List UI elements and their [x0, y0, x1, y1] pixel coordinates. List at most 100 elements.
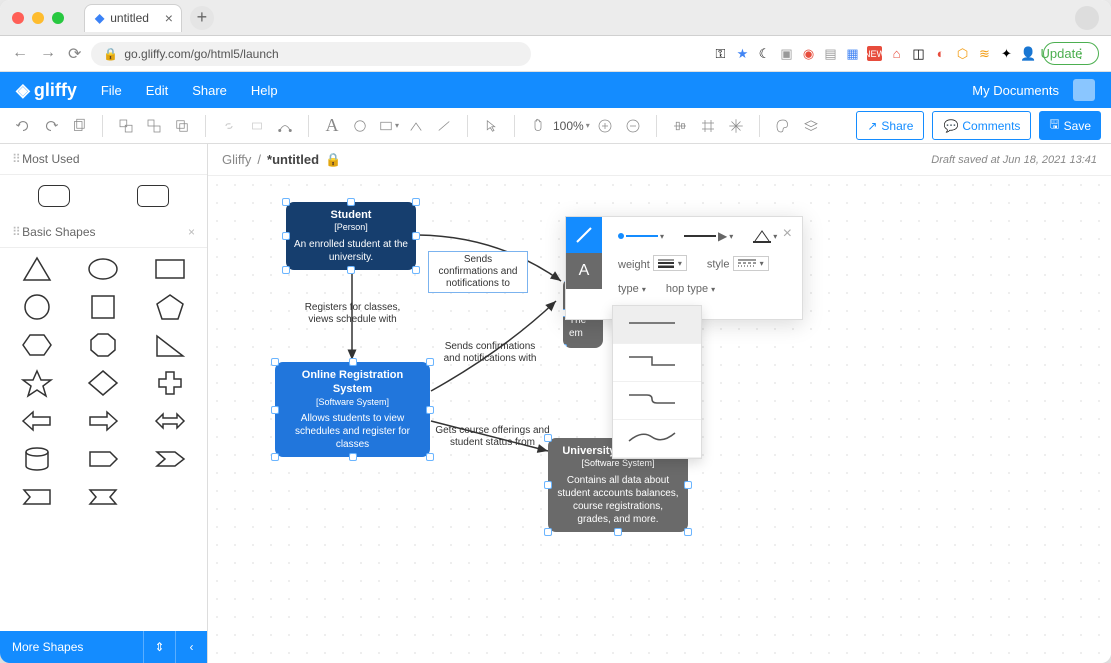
save-button[interactable]: 🖫Save: [1039, 111, 1101, 140]
shape-tag[interactable]: [72, 444, 134, 474]
maximize-window-button[interactable]: [52, 12, 64, 24]
shape-rectangle[interactable]: [139, 254, 201, 284]
update-button[interactable]: Update ⋮: [1043, 42, 1099, 65]
menu-edit[interactable]: Edit: [146, 83, 168, 98]
shape-chevron-shape[interactable]: [139, 444, 201, 474]
link-button[interactable]: [216, 113, 242, 139]
line-end-left[interactable]: ▾: [618, 232, 664, 241]
node-ors[interactable]: Online Registration System [Software Sys…: [275, 362, 430, 457]
align-button[interactable]: [667, 113, 693, 139]
sidebar-section-basic-shapes[interactable]: ⠿ Basic Shapes ×: [0, 217, 207, 248]
shape-right-triangle[interactable]: [139, 330, 201, 360]
line-type-orthogonal[interactable]: [613, 344, 701, 382]
minimize-window-button[interactable]: [32, 12, 44, 24]
shape-diamond[interactable]: [72, 368, 134, 398]
type-dropdown[interactable]: ▾: [642, 285, 646, 294]
ext-icon-6[interactable]: ◫: [911, 46, 926, 61]
ext-icon-8[interactable]: ⬡: [955, 46, 970, 61]
undo-button[interactable]: [10, 113, 36, 139]
shape-banner[interactable]: [6, 482, 68, 512]
new-tab-button[interactable]: +: [190, 6, 214, 30]
breadcrumb-parent[interactable]: Gliffy: [222, 152, 251, 167]
layer-button[interactable]: [244, 113, 270, 139]
close-window-button[interactable]: [12, 12, 24, 24]
ext-icon-9[interactable]: ≋: [977, 46, 992, 61]
popup-close-icon[interactable]: ×: [783, 225, 792, 243]
canvas[interactable]: Student [Person] An enrolled student at …: [208, 176, 1111, 663]
node-student[interactable]: Student [Person] An enrolled student at …: [286, 202, 416, 270]
shape-arrow-both[interactable]: [139, 406, 201, 436]
moon-icon[interactable]: ☾: [757, 46, 772, 61]
menu-file[interactable]: File: [101, 83, 122, 98]
shape-star[interactable]: [6, 368, 68, 398]
key-icon[interactable]: ⚿: [713, 46, 728, 61]
shape-pentagon[interactable]: [139, 292, 201, 322]
close-tab-icon[interactable]: ×: [165, 10, 173, 26]
menu-share[interactable]: Share: [192, 83, 227, 98]
copy-button[interactable]: [66, 113, 92, 139]
ext-icon-7[interactable]: ◐: [933, 46, 948, 61]
hop-type-dropdown[interactable]: ▾: [711, 285, 715, 294]
shape-hexagon[interactable]: [6, 330, 68, 360]
snap-button[interactable]: [723, 113, 749, 139]
menu-help[interactable]: Help: [251, 83, 278, 98]
ext-icon-2[interactable]: ◉: [801, 46, 816, 61]
share-button[interactable]: ↗Share: [856, 111, 924, 140]
line-end-right[interactable]: ▶▾: [684, 229, 733, 243]
shape-triangle[interactable]: [6, 254, 68, 284]
ext-icon-5[interactable]: ⌂: [889, 46, 904, 61]
line-color[interactable]: ▾: [753, 229, 777, 243]
zoom-in-button[interactable]: [592, 113, 618, 139]
line-tool[interactable]: [403, 113, 429, 139]
ungroup-button[interactable]: [141, 113, 167, 139]
edge-label-1[interactable]: Sends confirmations and notifications to: [428, 251, 528, 293]
shape-circle[interactable]: [6, 292, 68, 322]
rect-tool[interactable]: ▾: [375, 113, 401, 139]
avatar-icon[interactable]: 👤: [1021, 46, 1036, 61]
popup-tab-line[interactable]: [566, 217, 602, 253]
style-dropdown[interactable]: ▾: [733, 256, 769, 271]
straight-line-tool[interactable]: [431, 113, 457, 139]
weight-dropdown[interactable]: ▾: [653, 255, 687, 271]
shape-square[interactable]: [72, 292, 134, 322]
close-section-icon[interactable]: ×: [188, 225, 195, 239]
circle-tool[interactable]: [347, 113, 373, 139]
connector-button[interactable]: [272, 113, 298, 139]
line-type-rounded[interactable]: [613, 382, 701, 420]
my-documents-link[interactable]: My Documents: [972, 83, 1059, 98]
shape-plus[interactable]: [139, 368, 201, 398]
edge-label-4[interactable]: Gets course offerings and student status…: [430, 425, 555, 449]
text-tool[interactable]: A: [319, 113, 345, 139]
browser-tab[interactable]: ◆ untitled ×: [84, 4, 182, 32]
ext-icon-4[interactable]: ▦: [845, 46, 860, 61]
group-button[interactable]: [113, 113, 139, 139]
more-shapes-button[interactable]: More Shapes: [0, 640, 143, 654]
front-button[interactable]: [169, 113, 195, 139]
star-icon[interactable]: ★: [735, 46, 750, 61]
edge-label-2[interactable]: Registers for classes, views schedule wi…: [295, 302, 410, 326]
grid-button[interactable]: [695, 113, 721, 139]
app-logo[interactable]: ◈ gliffy: [16, 80, 77, 101]
pointer-tool[interactable]: [478, 113, 504, 139]
redo-button[interactable]: [38, 113, 64, 139]
zoom-out-button[interactable]: [620, 113, 646, 139]
shape-arrow-left[interactable]: [6, 406, 68, 436]
back-button[interactable]: ←: [12, 44, 28, 64]
line-type-straight[interactable]: [613, 306, 701, 344]
forward-button[interactable]: →: [40, 44, 56, 64]
profile-button[interactable]: [1075, 6, 1099, 30]
collapse-vertical-button[interactable]: ⇕: [143, 631, 175, 663]
layers-button[interactable]: [798, 113, 824, 139]
reload-button[interactable]: ⟳: [68, 44, 81, 64]
line-type-curved[interactable]: [613, 420, 701, 458]
extensions-icon[interactable]: ✦: [999, 46, 1014, 61]
collapse-sidebar-button[interactable]: ‹: [175, 631, 207, 663]
edge-label-3[interactable]: Sends confirmations and notifications wi…: [435, 341, 545, 365]
sidebar-section-most-used[interactable]: ⠿ Most Used: [0, 144, 207, 175]
comments-button[interactable]: 💬Comments: [932, 111, 1031, 140]
shape-ribbon[interactable]: [72, 482, 134, 512]
new-badge-icon[interactable]: NEW: [867, 46, 882, 61]
pan-tool[interactable]: [525, 113, 551, 139]
shape-rect[interactable]: [108, 185, 200, 207]
user-avatar[interactable]: [1073, 79, 1095, 101]
